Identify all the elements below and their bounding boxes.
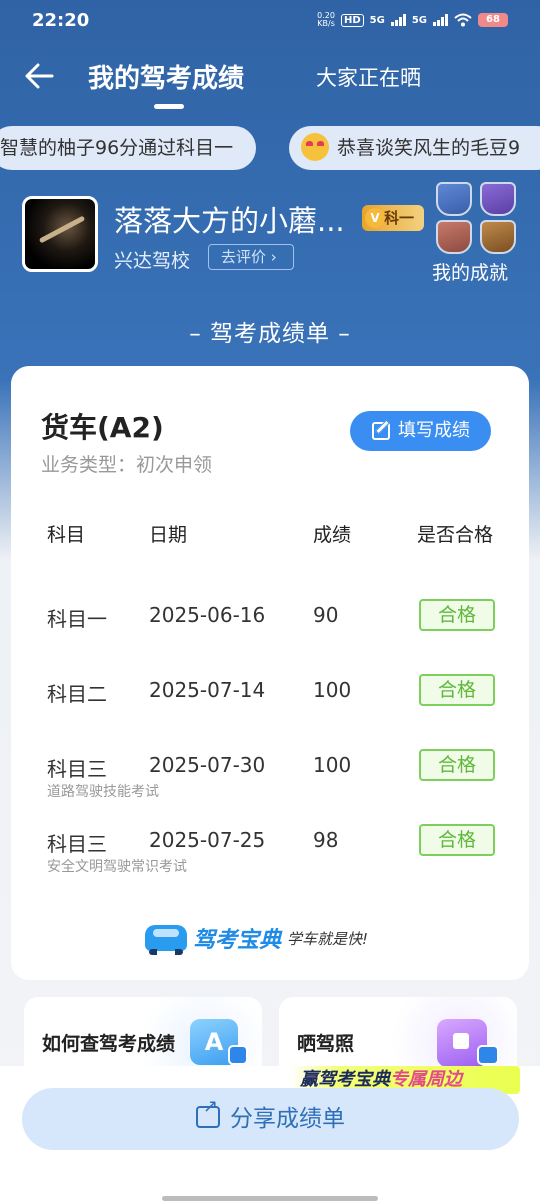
business-type: 业务类型：初次申领 xyxy=(41,454,213,476)
status-icons: 0.20 KB/s HD 5G 5G 68 xyxy=(317,12,508,28)
edit-icon xyxy=(372,422,390,440)
battery-icon: 68 xyxy=(478,13,508,27)
table-row: 科目一 2025-06-16 90 合格 xyxy=(11,599,529,663)
table-row: 科目二 2025-07-14 100 合格 xyxy=(11,674,529,738)
achievement-badges xyxy=(432,182,520,254)
achievements-label: 我的成就 xyxy=(432,262,509,284)
camera-icon xyxy=(477,1045,499,1065)
status-bar: 22:20 0.20 KB/s HD 5G 5G 68 xyxy=(0,0,540,44)
badge-icon xyxy=(480,220,516,254)
home-indicator[interactable] xyxy=(162,1196,378,1201)
how-to-check-score-label: 如何查驾考成绩 xyxy=(42,1033,176,1055)
ticker-item: 恭喜谈笑风生的毛豆9 xyxy=(289,126,540,170)
brand-logo: 驾考宝典 学车就是快! xyxy=(145,920,368,956)
column-header-passed: 是否合格 xyxy=(417,524,494,546)
badge-icon xyxy=(436,182,472,216)
level-badge: 科一 xyxy=(362,205,424,231)
brand-slogan: 学车就是快! xyxy=(287,929,369,948)
brand-name: 驾考宝典 xyxy=(193,928,282,953)
search-icon xyxy=(228,1045,248,1065)
fill-score-button[interactable]: 填写成绩 xyxy=(350,411,491,451)
rate-school-button[interactable]: 去评价 › xyxy=(208,244,294,270)
pass-badge: 合格 xyxy=(419,749,495,781)
driving-school-name: 兴达驾校 xyxy=(114,250,191,272)
section-title: – 驾考成绩单 – xyxy=(189,321,351,347)
pass-badge: 合格 xyxy=(419,599,495,631)
avatar[interactable] xyxy=(22,196,98,272)
network-5g-label-2: 5G xyxy=(411,14,427,26)
table-row: 科目三 2025-07-30 100 合格 道路驾驶技能考试 xyxy=(11,749,529,813)
hd-icon: HD xyxy=(340,13,364,27)
badge-icon xyxy=(436,220,472,254)
chevron-right-icon: › xyxy=(266,248,277,266)
column-header-date: 日期 xyxy=(149,524,188,546)
achievements-button[interactable]: 我的成就 xyxy=(432,182,520,285)
vehicle-class: 货车(A2) xyxy=(41,411,164,444)
wifi-icon xyxy=(454,13,472,27)
badge-icon xyxy=(480,182,516,216)
status-time: 22:20 xyxy=(32,10,90,31)
tab-everyone-sharing[interactable]: 大家正在晒 xyxy=(316,62,421,92)
signal-icon-2 xyxy=(433,14,448,26)
back-arrow-icon[interactable] xyxy=(22,58,58,94)
heart-eyes-emoji-icon xyxy=(301,132,329,161)
show-license-label: 晒驾照 xyxy=(297,1033,355,1055)
column-header-score: 成绩 xyxy=(313,524,352,546)
column-header-subject: 科目 xyxy=(47,524,86,546)
exam-note: 安全文明驾驶常识考试 xyxy=(47,859,187,875)
exam-note: 道路驾驶技能考试 xyxy=(47,784,159,800)
tab-my-scores[interactable]: 我的驾考成绩 xyxy=(88,58,244,95)
score-card: 货车(A2) 业务类型：初次申领 填写成绩 科目 日期 成绩 是否合格 科目一 … xyxy=(11,366,529,980)
active-tab-indicator xyxy=(154,104,184,109)
pass-badge: 合格 xyxy=(419,674,495,706)
network-speed: 0.20 KB/s xyxy=(317,11,335,28)
how-to-check-score-card[interactable]: 如何查驾考成绩 A xyxy=(24,997,262,1077)
ticker-item: 智慧的柚子96分通过科目一 xyxy=(0,126,256,170)
pass-badge: 合格 xyxy=(419,824,495,856)
show-license-card[interactable]: 晒驾照 xyxy=(279,997,517,1077)
network-5g-label: 5G xyxy=(369,14,385,26)
table-row: 科目三 2025-07-25 98 合格 安全文明驾驶常识考试 xyxy=(11,824,529,888)
user-name: 落落大方的小蘑... xyxy=(114,204,345,238)
share-icon xyxy=(196,1098,220,1128)
signal-icon xyxy=(390,14,406,26)
share-score-button[interactable]: 分享成绩单 xyxy=(22,1088,519,1150)
car-logo-icon xyxy=(145,925,187,955)
